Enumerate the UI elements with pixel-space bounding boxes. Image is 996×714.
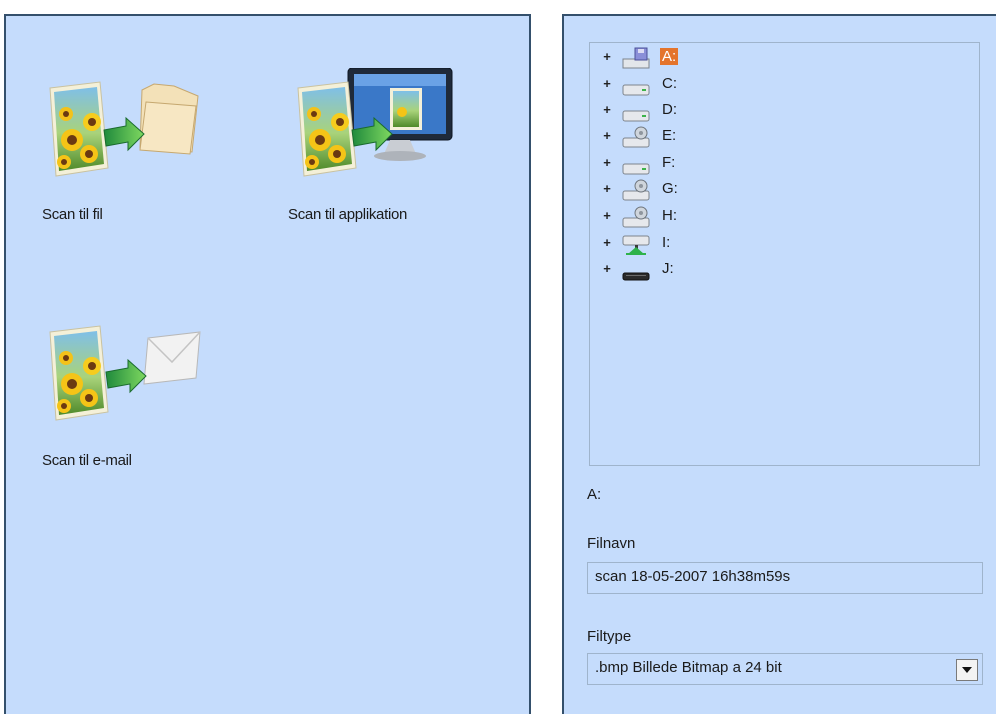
- tree-item-label: H:: [662, 207, 677, 224]
- expand-icon[interactable]: +: [602, 50, 612, 63]
- expand-icon[interactable]: +: [602, 209, 612, 222]
- tree-item-g[interactable]: + G:: [590, 179, 710, 206]
- expand-icon[interactable]: +: [602, 182, 612, 195]
- selected-path-label: A:: [587, 486, 602, 503]
- hard-drive-icon: [622, 84, 650, 96]
- tree-item-j[interactable]: + J:: [590, 260, 710, 286]
- scan-to-email-icon: [49, 325, 201, 421]
- tree-item-label: D:: [662, 101, 677, 118]
- scan-to-file-action[interactable]: Scan til fil: [42, 76, 212, 246]
- tree-item-label: F:: [662, 154, 676, 171]
- expand-icon[interactable]: +: [602, 156, 612, 169]
- removable-drive-icon: [622, 179, 650, 201]
- chevron-down-icon[interactable]: [956, 659, 978, 681]
- tree-item-a[interactable]: + A:: [590, 47, 710, 74]
- scan-to-file-label: Scan til fil: [42, 206, 103, 223]
- tree-item-label: E:: [662, 127, 677, 144]
- scan-to-file-icon: [49, 81, 199, 177]
- optical-drive-icon: [622, 272, 650, 281]
- tree-item-i[interactable]: + I:: [590, 234, 710, 260]
- expand-icon[interactable]: +: [602, 236, 612, 249]
- filetype-value: .bmp Billede Bitmap a 24 bit: [595, 659, 782, 676]
- tree-item-f[interactable]: + F:: [590, 154, 710, 180]
- tree-item-label: C:: [662, 75, 677, 92]
- tree-item-label: A:: [660, 48, 679, 65]
- tree-item-e[interactable]: + E:: [590, 126, 710, 153]
- filename-value: scan 18-05-2007 16h38m59s: [595, 568, 791, 585]
- filetype-select[interactable]: .bmp Billede Bitmap a 24 bit: [587, 653, 983, 685]
- tree-item-label: J:: [662, 260, 674, 277]
- tree-item-c[interactable]: + C:: [590, 75, 710, 101]
- scan-to-email-label: Scan til e-mail: [42, 452, 132, 469]
- tree-item-label: I:: [662, 234, 671, 251]
- tree-item-h[interactable]: + H:: [590, 206, 710, 233]
- floppy-drive-icon: [622, 47, 650, 69]
- tree-item-d[interactable]: + D:: [590, 101, 710, 127]
- scan-actions-panel: Scan til fil Scan til applikation Scan t…: [4, 14, 531, 714]
- scan-to-application-label: Scan til applikation: [288, 206, 408, 223]
- filename-field[interactable]: scan 18-05-2007 16h38m59s: [587, 562, 983, 594]
- network-drive-icon: [622, 235, 650, 255]
- scan-to-application-action[interactable]: Scan til applikation: [288, 68, 488, 238]
- filename-label: Filnavn: [587, 535, 636, 552]
- hard-drive-icon: [622, 163, 650, 175]
- expand-icon[interactable]: +: [602, 103, 612, 116]
- expand-icon[interactable]: +: [602, 262, 612, 275]
- expand-icon[interactable]: +: [602, 77, 612, 90]
- scan-to-application-icon: [297, 68, 453, 177]
- hard-drive-icon: [622, 110, 650, 122]
- expand-icon[interactable]: +: [602, 129, 612, 142]
- scan-to-email-action[interactable]: Scan til e-mail: [42, 322, 212, 492]
- drive-tree[interactable]: + A: + C: + D: + E: + F: + G: + H: + I: …: [589, 42, 980, 466]
- removable-drive-icon: [622, 206, 650, 228]
- filetype-label: Filtype: [587, 628, 632, 645]
- removable-drive-icon: [622, 126, 650, 148]
- tree-item-label: G:: [662, 180, 678, 197]
- destination-panel: + A: + C: + D: + E: + F: + G: + H: + I: …: [562, 14, 996, 714]
